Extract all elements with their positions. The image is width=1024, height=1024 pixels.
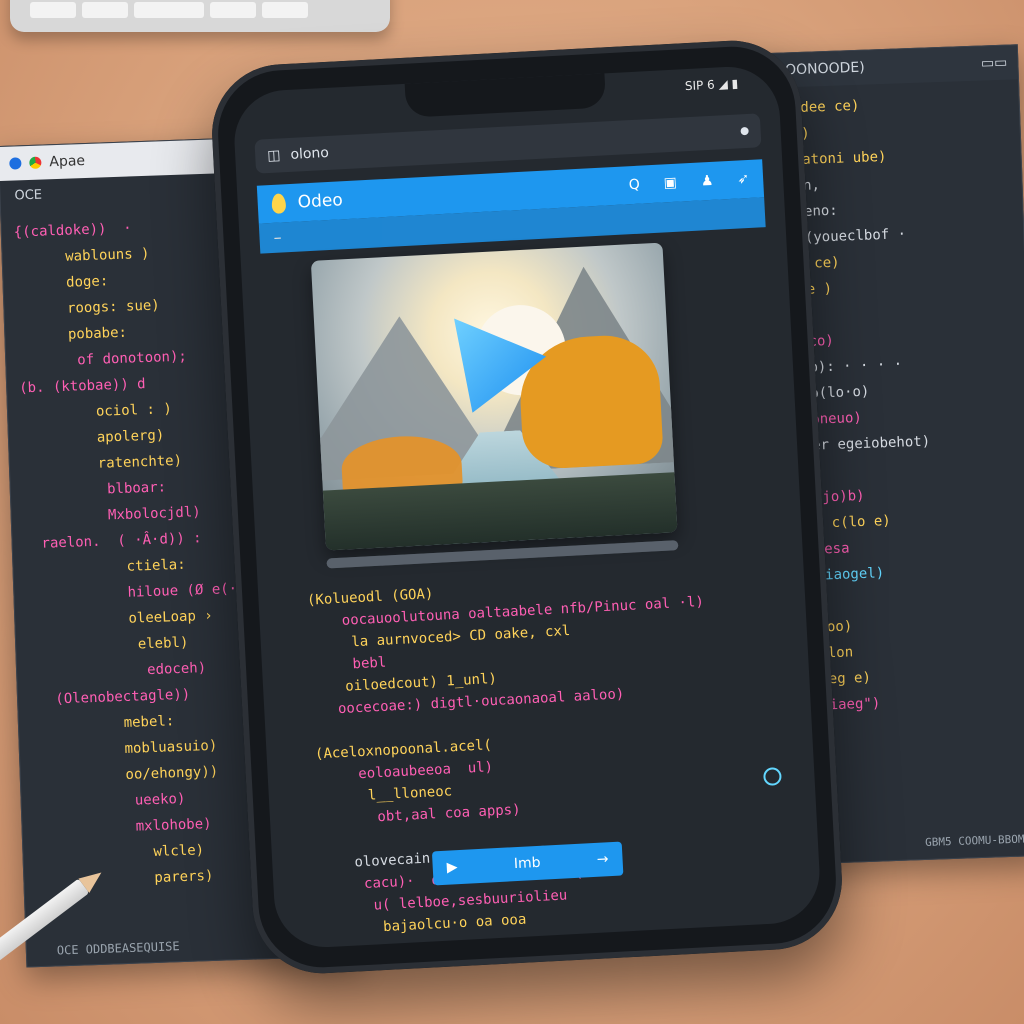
phone-screen: SIP 6 ◢ ▮ ◫ olono Odeo Q ▣ ♟ ➶ – (Kolueo… <box>231 64 823 950</box>
tab-icon: ◫ <box>266 147 281 165</box>
keyboard <box>10 0 390 32</box>
keyboard-key <box>30 2 76 18</box>
user-icon[interactable]: ♟ <box>700 173 713 190</box>
video-thumbnail[interactable] <box>310 242 678 551</box>
app-logo-icon <box>271 193 287 214</box>
browser-icon <box>9 157 22 170</box>
keyboard-key <box>134 2 204 18</box>
action-button-label: Imb <box>513 854 541 873</box>
keyboard-key <box>82 2 128 18</box>
smartphone: SIP 6 ◢ ▮ ◫ olono Odeo Q ▣ ♟ ➶ – (Kolueo… <box>208 37 846 977</box>
save-icon[interactable]: ▣ <box>663 175 677 192</box>
keyboard-key <box>210 2 256 18</box>
menu-dot-icon[interactable] <box>740 126 749 136</box>
arrow-right-icon: → <box>596 851 609 868</box>
phone-code-block: (Kolueodl (GOA) oocauoolutouna oaltaabel… <box>298 565 802 942</box>
left-window-title: Apae <box>49 153 86 171</box>
keyboard-key <box>262 2 308 18</box>
window-controls-icon[interactable]: ▭▭ <box>981 55 1008 72</box>
play-small-icon: ▶ <box>446 859 458 876</box>
app-name: Odeo <box>297 190 344 213</box>
share-icon[interactable]: ➶ <box>737 171 750 188</box>
right-window-footer: GBM5 COOMU-BBOM <box>924 832 1024 849</box>
search-icon[interactable]: Q <box>628 177 640 194</box>
chrome-icon <box>29 156 42 169</box>
phone-notch <box>404 73 607 118</box>
status-bar: SIP 6 ◢ ▮ <box>684 76 739 94</box>
address-text: olono <box>290 144 330 163</box>
left-window-footer: OCE ODDBEASEQUISE <box>56 939 180 958</box>
